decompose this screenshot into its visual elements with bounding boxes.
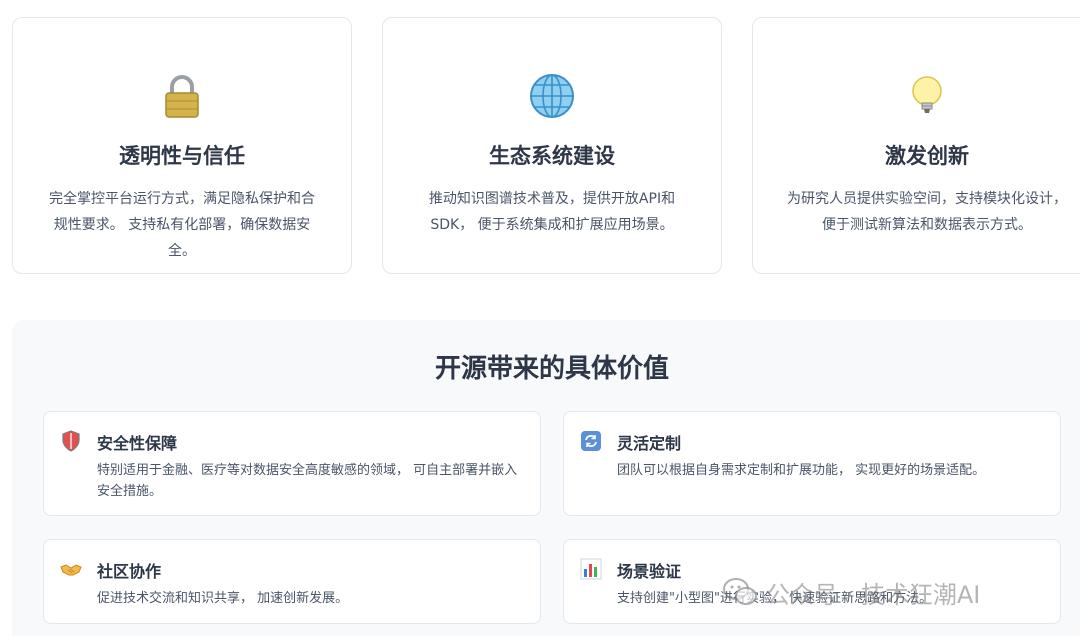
handshake-icon xyxy=(60,564,82,576)
card-innovation: 激发创新 为研究人员提供实验空间，支持模块化设计， 便于测试新算法和数据表示方式… xyxy=(752,17,1080,274)
value-card-desc: 促进技术交流和知识共享， 加速创新发展。 xyxy=(97,591,349,606)
card-desc: 推动知识图谱技术普及，提供开放API和SDK， 便于系统集成和扩展应用场景。 xyxy=(428,191,676,233)
card-desc: 为研究人员提供实验空间，支持模块化设计， 便于测试新算法和数据表示方式。 xyxy=(787,191,1067,233)
card-title: 透明性与信任 xyxy=(119,144,245,168)
value-card-community: 社区协作 促进技术交流和知识共享， 加速创新发展。 xyxy=(43,539,541,624)
wechat-icon xyxy=(723,578,757,605)
value-card-customization: 灵活定制 团队可以根据自身需求定制和扩展功能， 实现更好的场景适配。 xyxy=(563,411,1061,516)
card-title: 生态系统建设 xyxy=(489,144,615,168)
value-card-title: 社区协作 xyxy=(97,562,162,581)
watermark-text: 公众号 · 技术狂潮AI xyxy=(766,580,981,609)
card-ecosystem: 生态系统建设 推动知识图谱技术普及，提供开放API和SDK， 便于系统集成和扩展… xyxy=(382,17,722,274)
shield-icon xyxy=(62,430,80,452)
watermark: 公众号 · 技术狂潮AI xyxy=(722,575,980,609)
lock-icon xyxy=(165,75,199,118)
value-card-desc: 团队可以根据自身需求定制和扩展功能， 实现更好的场景适配。 xyxy=(617,463,986,478)
section-title: 开源带来的具体价值 xyxy=(434,354,669,384)
refresh-icon xyxy=(581,431,601,451)
value-card-desc: 特别适用于金融、医疗等对数据安全高度敏感的领域， 可自主部署并嵌入安全措施。 xyxy=(97,463,518,499)
card-transparency: 透明性与信任 完全掌控平台运行方式，满足隐私保护和合规性要求。 支持私有化部署，… xyxy=(12,17,352,274)
value-card-title: 场景验证 xyxy=(617,562,682,581)
bar-chart-icon xyxy=(580,558,602,580)
globe-icon xyxy=(530,74,574,118)
value-card-security: 安全性保障 特别适用于金融、医疗等对数据安全高度敏感的领域， 可自主部署并嵌入安… xyxy=(43,411,541,516)
value-card-title: 安全性保障 xyxy=(97,434,178,453)
card-desc: 完全掌控平台运行方式，满足隐私保护和合规性要求。 支持私有化部署，确保数据安全。 xyxy=(49,191,315,259)
lightbulb-icon xyxy=(912,76,942,113)
card-title: 激发创新 xyxy=(885,144,969,168)
value-card-title: 灵活定制 xyxy=(617,434,682,453)
